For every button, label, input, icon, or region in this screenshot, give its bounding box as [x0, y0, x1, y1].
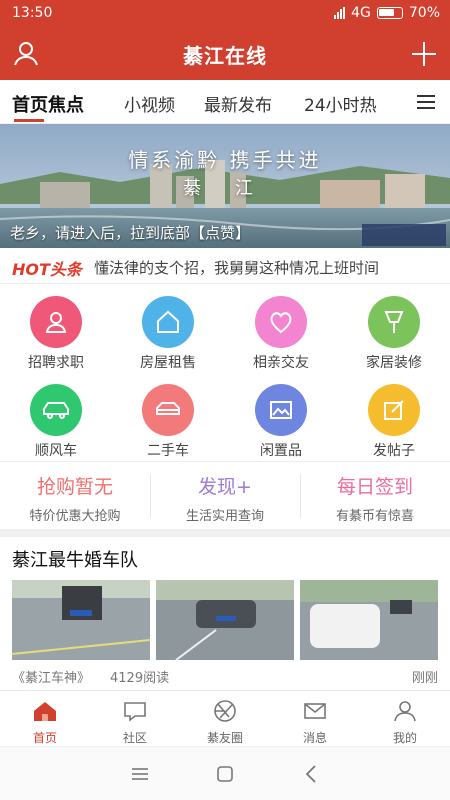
nav-community[interactable]: 社区: [90, 691, 180, 747]
bottom-navigation: 首页 社区 綦友圈 消息 我的: [0, 690, 450, 746]
hot-news-headline[interactable]: 懂法律的支个招，我舅舅这种情况上班时间: [94, 257, 379, 278]
article-thumbnail[interactable]: [12, 580, 150, 660]
promo-subtitle: 有綦币有惊喜: [335, 509, 414, 524]
menu-icon[interactable]: [416, 94, 436, 110]
home-icon: [34, 702, 56, 721]
nav-profile[interactable]: 我的: [360, 691, 450, 747]
nav-label: 社区: [122, 731, 147, 745]
nav-label: 消息: [302, 731, 327, 745]
grid-label: 闲置品: [260, 443, 302, 459]
grid-label: 招聘求职: [28, 355, 84, 371]
road-photo: [12, 580, 150, 660]
battery-level: 70%: [408, 5, 440, 21]
grid-item-idle-goods[interactable]: 闲置品: [225, 372, 337, 460]
promo-subtitle: 特价优惠大抢购: [29, 509, 121, 524]
promo-row: 抢购暂无 特价优惠大抢购 发现+ 生活实用查询 每日签到 有綦币有惊喜: [0, 461, 450, 529]
article-time: 刚刚: [411, 671, 438, 686]
hot-news-logo: HOT头条: [12, 260, 82, 279]
promo-title: 每日签到: [336, 476, 413, 498]
banner-title: 情系渝黔 携手共进: [128, 148, 322, 172]
house-icon: [142, 296, 194, 348]
category-tabs: 首页焦点 小视频 最新发布 24小时热: [0, 80, 450, 124]
grid-item-carpool[interactable]: 顺风车: [0, 372, 112, 460]
brush-icon: [368, 296, 420, 348]
nav-home[interactable]: 首页: [0, 691, 90, 747]
road-photo: [300, 580, 438, 660]
aperture-icon: [214, 700, 236, 722]
status-indicators: 4G 70%: [334, 5, 440, 21]
image-icon: [255, 384, 307, 436]
menu-icon[interactable]: [130, 766, 150, 782]
back-icon[interactable]: [304, 764, 318, 784]
service-grid: 招聘求职 房屋租售 相亲交友 家居装修 顺风车 二手车 闲置品 发帖子: [0, 284, 450, 460]
banner-caption: 老乡，请进入后，拉到底部【点赞】: [10, 224, 251, 242]
used-car-icon: [142, 384, 194, 436]
app-title: 綦江在线: [183, 44, 267, 68]
grid-label: 家居装修: [366, 355, 422, 371]
grid-label: 发帖子: [373, 443, 415, 459]
grid-label: 房屋租售: [140, 355, 196, 371]
article-thumbnail[interactable]: [300, 580, 438, 660]
grid-item-housing[interactable]: 房屋租售: [112, 284, 224, 372]
promo-title: 抢购暂无: [36, 476, 113, 498]
signal-icon: [334, 7, 346, 19]
tab-latest[interactable]: 最新发布: [204, 91, 272, 116]
heart-icon: [255, 296, 307, 348]
hot-news-ticker[interactable]: HOT头条 懂法律的支个招，我舅舅这种情况上班时间: [0, 248, 450, 284]
banner-subtitle: 綦 江: [183, 178, 267, 199]
tab-24h-hot[interactable]: 24小时热: [304, 91, 377, 116]
tab-focus[interactable]: 首页焦点: [12, 91, 84, 117]
active-tab-indicator: [14, 119, 44, 122]
promo-title: 发现+: [198, 476, 252, 498]
section-divider: [0, 529, 450, 537]
profile-icon: [394, 701, 416, 722]
article-thumbnail[interactable]: [156, 580, 294, 660]
edit-icon: [368, 384, 420, 436]
grid-item-jobs[interactable]: 招聘求职: [0, 284, 112, 372]
nav-label: 首页: [32, 731, 57, 745]
grid-item-decoration[interactable]: 家居装修: [338, 284, 450, 372]
article-title[interactable]: 綦江最牛婚车队: [12, 546, 138, 572]
grid-item-used-car[interactable]: 二手车: [112, 372, 224, 460]
promo-flash-sale[interactable]: 抢购暂无 特价优惠大抢购: [0, 462, 150, 530]
network-type: 4G: [351, 5, 371, 21]
grid-item-dating[interactable]: 相亲交友: [225, 284, 337, 372]
system-navigation-bar: [0, 746, 450, 800]
promo-daily-checkin[interactable]: 每日签到 有綦币有惊喜: [300, 462, 450, 530]
promo-discover[interactable]: 发现+ 生活实用查询: [150, 462, 300, 530]
battery-icon: [376, 7, 403, 19]
grid-label: 顺风车: [35, 443, 77, 459]
chat-icon: [124, 702, 146, 722]
nav-label: 綦友圈: [206, 731, 243, 745]
app-header: 綦江在线: [0, 28, 450, 80]
add-button[interactable]: [408, 38, 440, 70]
tab-short-video[interactable]: 小视频: [124, 91, 175, 116]
nav-circle[interactable]: 綦友圈: [180, 691, 270, 747]
grid-item-post[interactable]: 发帖子: [338, 372, 450, 460]
square-icon[interactable]: [216, 765, 234, 783]
status-bar: 13:50 4G 70%: [0, 0, 450, 28]
road-photo: [156, 580, 294, 660]
promo-subtitle: 生活实用查询: [185, 509, 264, 524]
article-source: 《綦江车神》: [12, 671, 91, 686]
banner-carousel[interactable]: 情系渝黔 携手共进 綦 江 老乡，请进入后，拉到底部【点赞】: [0, 124, 450, 248]
plus-icon: [412, 42, 436, 66]
mail-icon: [304, 703, 326, 719]
grid-label: 相亲交友: [253, 355, 309, 371]
person-icon: [30, 296, 82, 348]
grid-label: 二手车: [147, 443, 189, 459]
nav-label: 我的: [392, 731, 417, 745]
nav-messages[interactable]: 消息: [270, 691, 360, 747]
car-icon: [30, 384, 82, 436]
status-time: 13:50: [12, 5, 53, 21]
article-reads: 4129阅读: [110, 671, 170, 686]
